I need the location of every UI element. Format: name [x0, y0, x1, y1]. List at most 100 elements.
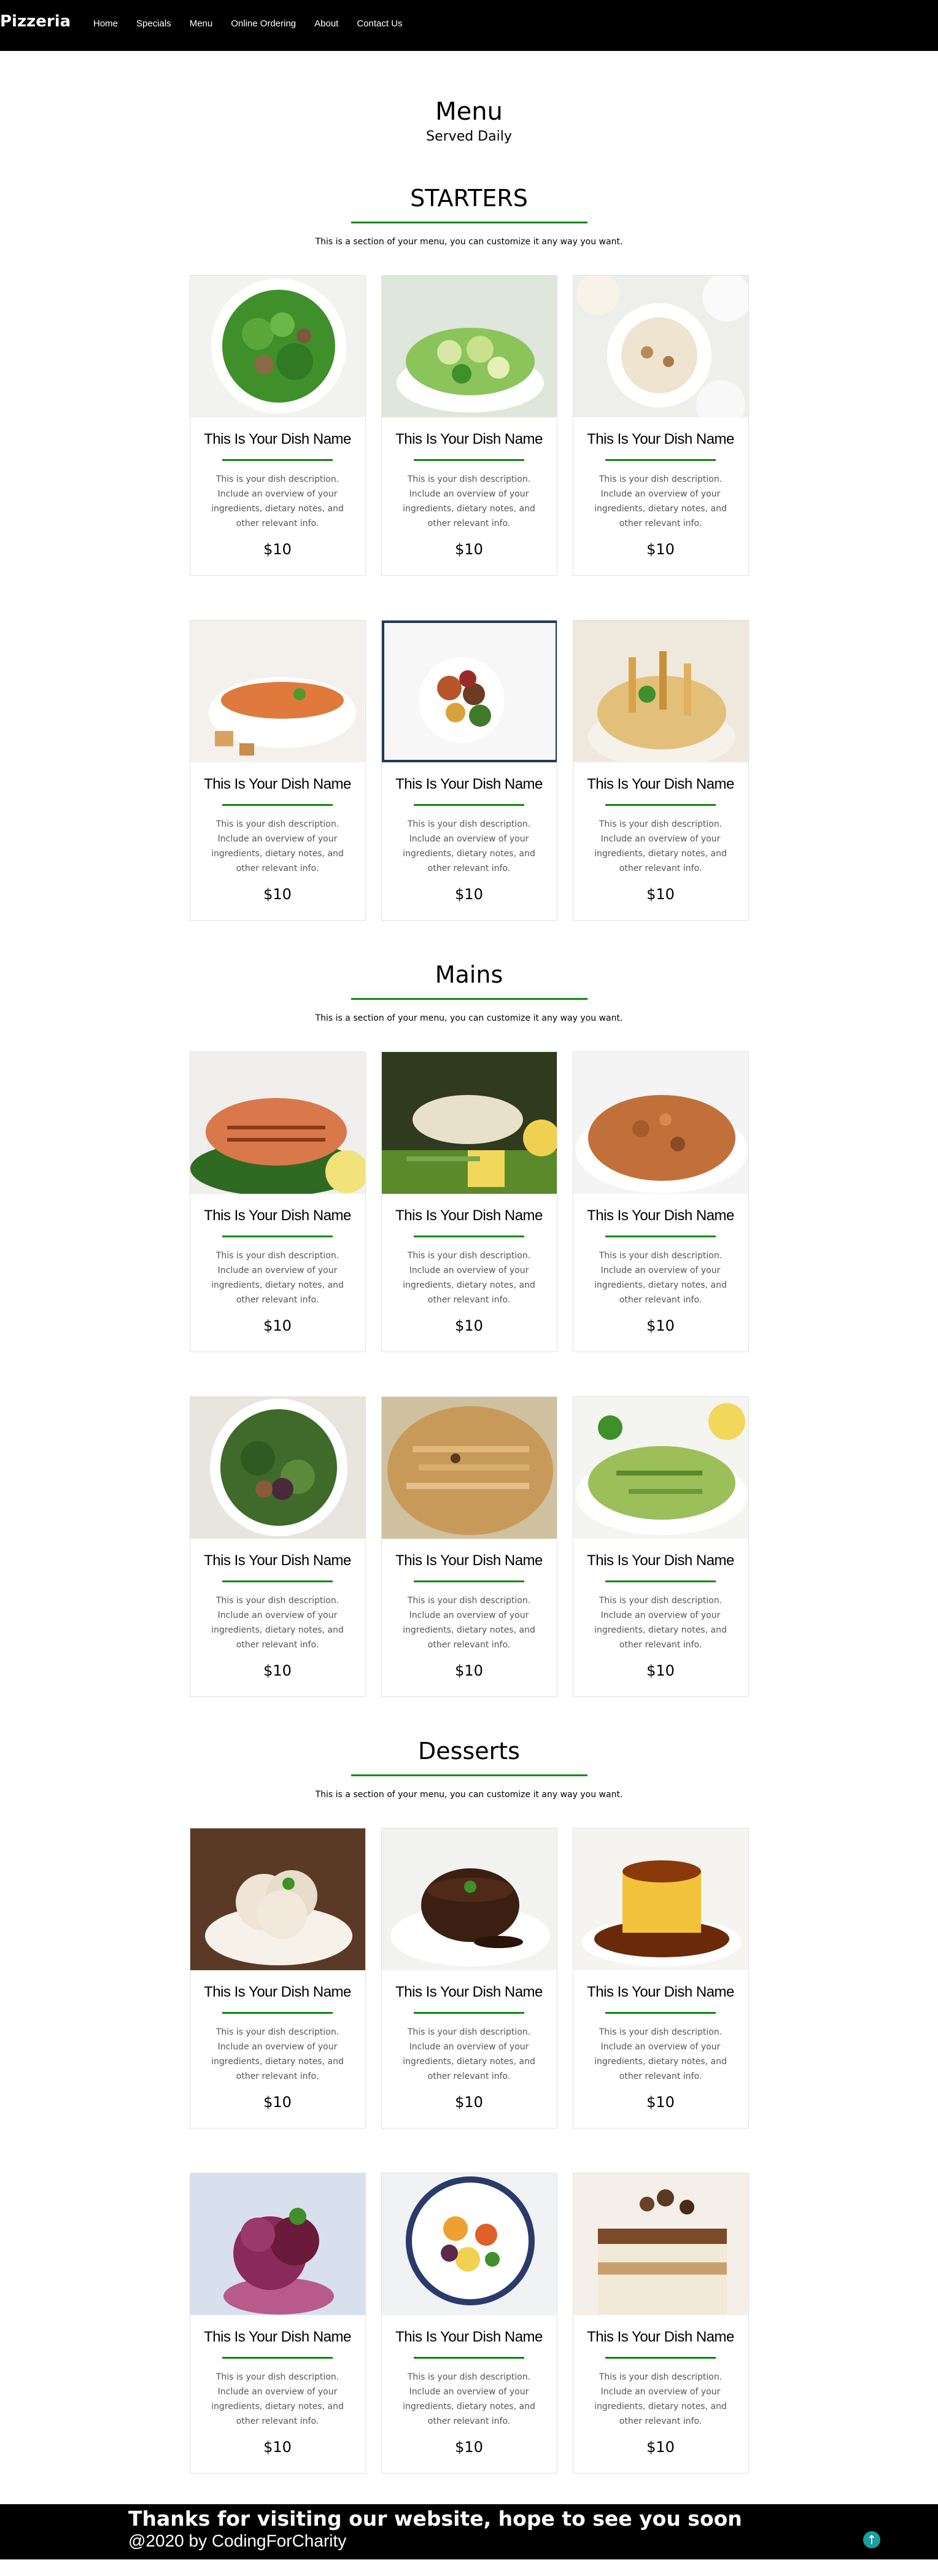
- dish-divider: [222, 1236, 333, 1237]
- dish-name: This Is Your Dish Name: [395, 1984, 543, 2000]
- menu-section-starters: STARTERS This is a section of your menu, …: [0, 185, 938, 921]
- dish-price: $10: [455, 2439, 483, 2456]
- dish-description: This is your dish description. Include a…: [594, 1251, 727, 1305]
- dish-image-chocolate-lava-cake: [381, 1828, 557, 1970]
- dish-image-cucumber-salad: [381, 276, 557, 417]
- dish-image-fruit-bowl: [381, 2173, 557, 2315]
- dish-description: This is your dish description. Include a…: [211, 474, 344, 528]
- dish-price: $10: [455, 1662, 483, 1679]
- dish-image-rice-dish: [573, 1052, 748, 1194]
- menu-section-mains: Mains This is a section of your menu, you…: [0, 961, 938, 1697]
- dish-description: This is your dish description. Include a…: [403, 474, 535, 528]
- dish-image-salmon-fillet: [190, 1052, 365, 1194]
- dish-card[interactable]: This Is Your Dish Name This is your dish …: [189, 2173, 366, 2474]
- dish-name: This Is Your Dish Name: [587, 1552, 734, 1569]
- dish-description: This is your dish description. Include a…: [211, 1596, 344, 1650]
- brand-logo[interactable]: Pizzeria: [0, 12, 71, 31]
- dish-price: $10: [646, 1317, 675, 1334]
- dish-description: This is your dish description. Include a…: [403, 819, 535, 873]
- dish-image-flan: [573, 1828, 748, 1970]
- dish-price: $10: [263, 2439, 292, 2456]
- dish-description: This is your dish description. Include a…: [403, 2027, 535, 2081]
- dish-card[interactable]: This Is Your Dish Name This is your dish …: [572, 1396, 749, 1697]
- dish-divider: [605, 2357, 716, 2359]
- section-description: This is a section of your menu, you can …: [315, 237, 623, 247]
- dish-card[interactable]: This Is Your Dish Name This is your dish …: [381, 1396, 557, 1697]
- arrow-up-icon[interactable]: ↑: [863, 2531, 880, 2548]
- dish-image-fish-with-potato: [381, 1052, 557, 1194]
- dish-description: This is your dish description. Include a…: [594, 2027, 727, 2081]
- section-title: STARTERS: [410, 185, 528, 212]
- dish-card[interactable]: This Is Your Dish Name This is your dish …: [189, 1051, 366, 1352]
- nav-menu[interactable]: Menu: [190, 18, 213, 29]
- dish-card[interactable]: This Is Your Dish Name This is your dish …: [189, 1396, 366, 1697]
- dish-image-berry-sorbet: [190, 2173, 365, 2315]
- dish-card[interactable]: This Is Your Dish Name This is your dish …: [572, 2173, 749, 2474]
- dish-card[interactable]: This Is Your Dish Name This is your dish …: [381, 2173, 557, 2474]
- footer: Thanks for visiting our website, hope to…: [0, 2504, 938, 2559]
- dish-image-spinach-salad-plate: [190, 1397, 365, 1539]
- dish-description: This is your dish description. Include a…: [594, 2372, 727, 2426]
- dish-card[interactable]: This Is Your Dish Name This is your dish …: [572, 275, 749, 576]
- dish-description: This is your dish description. Include a…: [211, 1251, 344, 1305]
- footer-copyright: @2020 by CodingForCharity: [128, 2531, 347, 2550]
- dish-name: This Is Your Dish Name: [204, 776, 351, 792]
- section-title: Mains: [435, 961, 503, 988]
- dish-image-fettuccine: [381, 1397, 557, 1539]
- dish-name: This Is Your Dish Name: [395, 431, 543, 447]
- section-divider: [351, 222, 587, 223]
- menu-title: Menu: [435, 98, 503, 126]
- dish-description: This is your dish description. Include a…: [403, 1596, 535, 1650]
- nav-home[interactable]: Home: [93, 18, 118, 29]
- section-description: This is a section of your menu, you can …: [315, 1790, 623, 1800]
- navbar: Pizzeria Home Specials Menu Online Order…: [0, 0, 938, 51]
- nav-specials[interactable]: Specials: [136, 18, 171, 29]
- dish-name: This Is Your Dish Name: [587, 776, 734, 792]
- dish-card[interactable]: This Is Your Dish Name This is your dish …: [381, 275, 557, 576]
- nav-contact-us[interactable]: Contact Us: [357, 18, 402, 29]
- dish-name: This Is Your Dish Name: [395, 1207, 543, 1224]
- section-divider: [351, 998, 587, 1000]
- dish-divider: [222, 804, 333, 806]
- menu-header: Menu Served Daily: [0, 97, 938, 144]
- dish-price: $10: [263, 1317, 292, 1334]
- dish-divider: [222, 2357, 333, 2359]
- dish-price: $10: [455, 541, 483, 558]
- dish-image-cream-soup: [573, 276, 748, 417]
- dish-card[interactable]: This Is Your Dish Name This is your dish …: [381, 1828, 557, 2129]
- dish-card[interactable]: This Is Your Dish Name This is your dish …: [189, 275, 366, 576]
- dish-divider: [222, 1580, 333, 1582]
- dish-divider: [605, 459, 716, 461]
- menu-subtitle: Served Daily: [426, 129, 512, 144]
- dish-description: This is your dish description. Include a…: [403, 1251, 535, 1305]
- dish-card[interactable]: This Is Your Dish Name This is your dish …: [572, 1828, 749, 2129]
- dish-grid: This Is Your Dish Name This is your dish …: [189, 1051, 749, 1697]
- dish-card[interactable]: This Is Your Dish Name This is your dish …: [381, 620, 557, 921]
- dish-card[interactable]: This Is Your Dish Name This is your dish …: [189, 620, 366, 921]
- dish-divider: [414, 459, 524, 461]
- dish-image-spinach-salad: [190, 276, 365, 417]
- dish-divider: [414, 2012, 524, 2014]
- dish-divider: [605, 804, 716, 806]
- dish-name: This Is Your Dish Name: [204, 1207, 351, 1224]
- dish-card[interactable]: This Is Your Dish Name This is your dish …: [189, 1828, 366, 2129]
- dish-card[interactable]: This Is Your Dish Name This is your dish …: [572, 1051, 749, 1352]
- dish-name: This Is Your Dish Name: [587, 1984, 734, 2000]
- dish-divider: [605, 1580, 716, 1582]
- dish-price: $10: [646, 886, 675, 903]
- dish-name: This Is Your Dish Name: [587, 431, 734, 447]
- dish-description: This is your dish description. Include a…: [403, 2372, 535, 2426]
- dish-divider: [605, 2012, 716, 2014]
- dish-card[interactable]: This Is Your Dish Name This is your dish …: [381, 1051, 557, 1352]
- dish-price: $10: [263, 2094, 292, 2111]
- dish-price: $10: [646, 2094, 675, 2111]
- dish-price: $10: [263, 1662, 292, 1679]
- dish-divider: [222, 2012, 333, 2014]
- dish-name: This Is Your Dish Name: [395, 2329, 543, 2345]
- dish-card[interactable]: This Is Your Dish Name This is your dish …: [572, 620, 749, 921]
- dish-grid: This Is Your Dish Name This is your dish …: [189, 1828, 749, 2474]
- dish-price: $10: [455, 2094, 483, 2111]
- section-title: Desserts: [418, 1738, 520, 1765]
- nav-about[interactable]: About: [314, 18, 338, 29]
- nav-online-ordering[interactable]: Online Ordering: [231, 18, 296, 29]
